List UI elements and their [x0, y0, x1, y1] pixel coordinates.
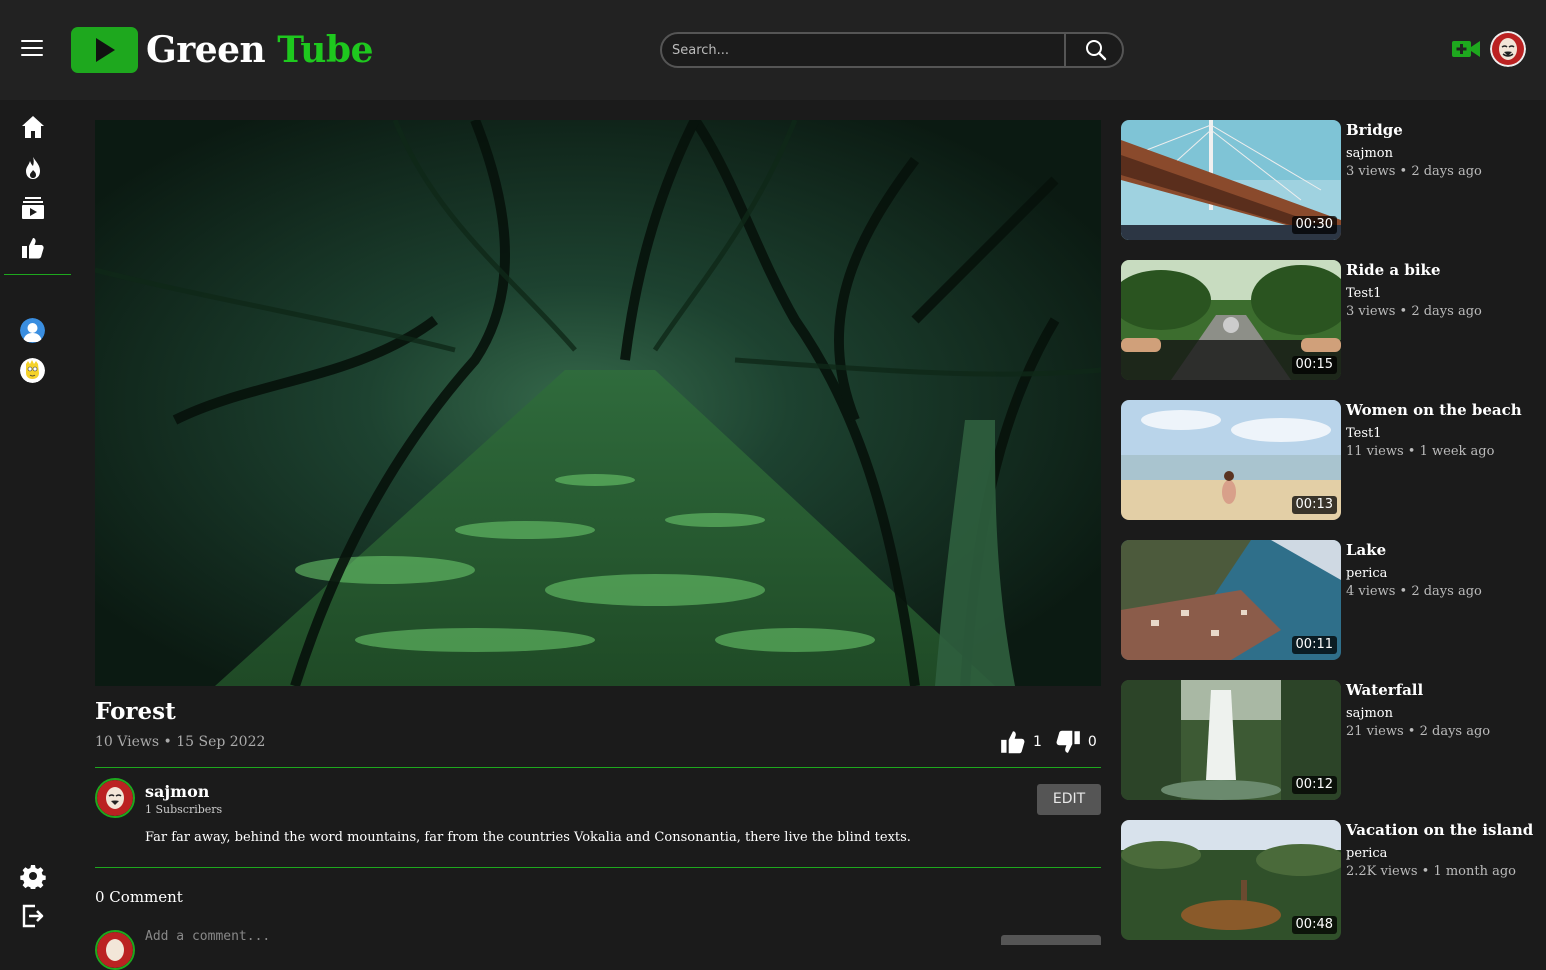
- search-bar: [660, 32, 1124, 68]
- recommended-video[interactable]: 00:30 Bridge sajmon 3 views • 2 days ago: [1121, 120, 1541, 240]
- edit-button[interactable]: EDIT: [1037, 784, 1101, 815]
- recommended-video[interactable]: 00:13 Women on the beach Test1 11 views …: [1121, 400, 1541, 520]
- video-duration: 00:11: [1291, 636, 1337, 654]
- video-thumbnail[interactable]: 00:30: [1121, 120, 1341, 240]
- video-thumbnail[interactable]: 00:12: [1121, 680, 1341, 800]
- recommended-meta: 3 views • 2 days ago: [1346, 304, 1482, 319]
- logo-play-icon[interactable]: [71, 27, 138, 73]
- user-avatar[interactable]: [1490, 31, 1526, 67]
- video-player[interactable]: [95, 120, 1101, 686]
- divider: [95, 867, 1101, 868]
- logout-icon[interactable]: [20, 903, 46, 929]
- video-title: Forest: [95, 698, 176, 725]
- logo-text-green: Tube: [277, 29, 373, 71]
- logo-text-white: Green: [146, 29, 266, 71]
- subscriber-count: 1 Subscribers: [145, 803, 223, 816]
- sidebar: [0, 100, 75, 939]
- video-duration: 00:12: [1291, 776, 1337, 794]
- recommended-title[interactable]: Vacation on the island: [1346, 820, 1533, 840]
- recommended-video[interactable]: 00:11 Lake perica 4 views • 2 days ago: [1121, 540, 1541, 660]
- like-count: 1: [1033, 734, 1042, 750]
- recommended-meta: 2.2K views • 1 month ago: [1346, 864, 1517, 879]
- gear-icon[interactable]: [20, 863, 46, 891]
- home-icon[interactable]: [20, 114, 46, 140]
- video-duration: 00:48: [1291, 916, 1337, 934]
- channel-name[interactable]: sajmon: [145, 782, 209, 802]
- recommended-author[interactable]: sajmon: [1346, 705, 1393, 722]
- recommended-meta: 4 views • 2 days ago: [1346, 584, 1482, 599]
- divider: [95, 767, 1101, 768]
- subscription-avatar[interactable]: [20, 318, 45, 343]
- comment-submit-button[interactable]: [1001, 935, 1101, 945]
- comment-count: 0 Comment: [95, 888, 183, 906]
- video-duration: 00:13: [1291, 496, 1337, 514]
- like-button[interactable]: 1: [999, 728, 1042, 756]
- video-thumbnail[interactable]: 00:48: [1121, 820, 1341, 940]
- fire-trending-icon[interactable]: [20, 155, 46, 181]
- subscriptions-icon[interactable]: [20, 195, 46, 221]
- thumbs-down-icon: [1056, 730, 1080, 753]
- recommended-title[interactable]: Ride a bike: [1346, 260, 1440, 280]
- recommended-author[interactable]: Test1: [1346, 425, 1382, 442]
- recommended-meta: 11 views • 1 week ago: [1346, 444, 1495, 459]
- sidebar-divider: [4, 274, 71, 275]
- like-dislike-bar: 1 0: [999, 728, 1109, 756]
- search-icon: [1086, 40, 1107, 61]
- search-button[interactable]: [1064, 34, 1122, 66]
- video-thumbnail[interactable]: 00:15: [1121, 260, 1341, 380]
- recommended-title[interactable]: Women on the beach: [1346, 400, 1522, 420]
- thumbs-up-icon[interactable]: [20, 235, 46, 261]
- recommended-meta: 21 views • 2 days ago: [1346, 724, 1491, 739]
- recommended-title[interactable]: Lake: [1346, 540, 1386, 560]
- comment-input[interactable]: [145, 926, 625, 946]
- dislike-button[interactable]: 0: [1054, 728, 1097, 756]
- recommended-author[interactable]: Test1: [1346, 285, 1382, 302]
- video-duration: 00:30: [1291, 216, 1337, 234]
- add-video-icon[interactable]: [1452, 39, 1480, 59]
- video-description: Far far away, behind the word mountains,…: [145, 830, 911, 845]
- video-duration: 00:15: [1291, 356, 1337, 374]
- hamburger-menu-icon[interactable]: [21, 40, 43, 58]
- recommended-title[interactable]: Waterfall: [1346, 680, 1423, 700]
- video-meta: 10 Views • 15 Sep 2022: [95, 734, 266, 750]
- recommended-author[interactable]: perica: [1346, 565, 1387, 582]
- logo-text[interactable]: Green Tube: [146, 28, 373, 72]
- thumbs-up-icon: [1001, 731, 1025, 754]
- recommended-author[interactable]: perica: [1346, 845, 1387, 862]
- main-content: Forest 10 Views • 15 Sep 2022 1 0 sajmon…: [75, 100, 1546, 970]
- video-thumbnail[interactable]: 00:11: [1121, 540, 1341, 660]
- recommended-video[interactable]: 00:15 Ride a bike Test1 3 views • 2 days…: [1121, 260, 1541, 380]
- comment-avatar: [95, 930, 135, 970]
- search-input[interactable]: [662, 34, 1064, 66]
- recommended-video[interactable]: 00:12 Waterfall sajmon 21 views • 2 days…: [1121, 680, 1541, 800]
- video-thumbnail[interactable]: 00:13: [1121, 400, 1341, 520]
- channel-avatar[interactable]: [95, 778, 135, 818]
- subscription-avatar[interactable]: [20, 358, 45, 383]
- recommended-meta: 3 views • 2 days ago: [1346, 164, 1482, 179]
- recommended-author[interactable]: sajmon: [1346, 145, 1393, 162]
- recommended-title[interactable]: Bridge: [1346, 120, 1403, 140]
- dislike-count: 0: [1087, 734, 1097, 750]
- recommended-video[interactable]: 00:48 Vacation on the island perica 2.2K…: [1121, 820, 1541, 940]
- top-bar: Green Tube: [0, 0, 1546, 100]
